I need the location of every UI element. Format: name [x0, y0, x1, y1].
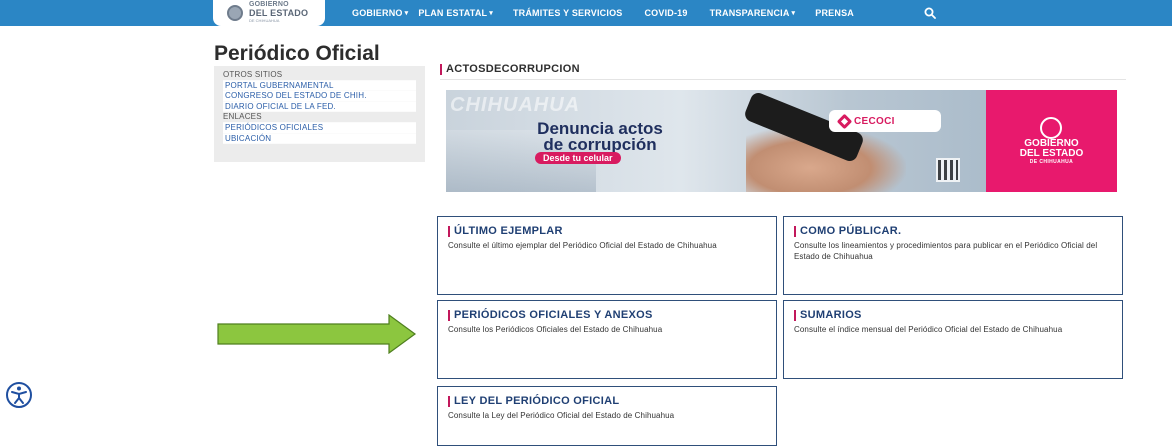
- card-accent-bar: [448, 395, 450, 407]
- card-title-text: COMO PÚBLICAR.: [800, 225, 902, 237]
- sidebar-item-portal[interactable]: PORTAL GUBERNAMENTAL: [223, 80, 416, 92]
- card-description: Consulte el último ejemplar del Periódic…: [448, 241, 717, 250]
- page-title: Periódico Oficial: [214, 42, 380, 65]
- chevron-down-icon: ▾: [404, 10, 409, 17]
- nav-item-tramites[interactable]: TRÁMITES Y SERVICIOS: [513, 8, 623, 18]
- nav-label: TRANSPARENCIA: [709, 8, 790, 18]
- pink-panel-title: GOBIERNO DEL ESTADO: [986, 139, 1117, 159]
- heading-divider: [440, 79, 1126, 80]
- card-title-text: ÚLTIMO EJEMPLAR: [454, 225, 563, 237]
- card-title: PERIÓDICOS OFICIALES Y ANEXOS: [448, 309, 766, 321]
- nav-label: PLAN ESTATAL: [418, 8, 488, 18]
- state-seal-icon: [1040, 117, 1062, 139]
- card-accent-bar: [794, 225, 796, 237]
- card-description: Consulte los lineamientos y procedimient…: [794, 241, 1098, 261]
- cecoci-text: CECOCI: [854, 115, 895, 127]
- card-title: ÚLTIMO EJEMPLAR: [448, 225, 766, 237]
- sidebar-heading-otros-sitios: OTROS SITIOS: [223, 70, 416, 81]
- banner-watermark: CHIHUAHUA: [450, 94, 581, 116]
- pink-panel-line-3: DE CHIHUAHUA: [1029, 159, 1074, 165]
- state-seal-icon: [227, 5, 243, 21]
- logo-line-3: DE CHIHUAHUA: [249, 18, 280, 23]
- gobierno-logo[interactable]: GOBIERNO DEL ESTADO DE CHIHUAHUA: [213, 0, 325, 26]
- cecoci-logo: CECOCI: [829, 110, 941, 132]
- chevron-down-icon: ▾: [489, 10, 493, 17]
- card-ley-periodico[interactable]: LEY DEL PERIÓDICO OFICIAL Consulte la Le…: [437, 386, 777, 446]
- card-periodicos-oficiales[interactable]: PERIÓDICOS OFICIALES Y ANEXOS Consulte l…: [437, 300, 777, 379]
- card-title-text: SUMARIOS: [800, 309, 862, 321]
- logo-text: GOBIERNO DEL ESTADO DE CHIHUAHUA: [249, 1, 308, 25]
- nav-item-plan-estatal[interactable]: PLAN ESTATAL ▾: [418, 8, 493, 18]
- nav-label: GOBIERNO: [352, 8, 403, 18]
- card-como-publicar[interactable]: COMO PÚBLICAR. Consulte los lineamientos…: [783, 216, 1123, 295]
- sidebar-heading-enlaces: ENLACES: [223, 112, 416, 123]
- nav-item-gobierno[interactable]: GOBIERNO ▾: [352, 8, 408, 18]
- card-title: SUMARIOS: [794, 309, 1112, 321]
- card-title: LEY DEL PERIÓDICO OFICIAL: [448, 395, 766, 407]
- sidebar-item-congreso[interactable]: CONGRESO DEL ESTADO DE CHIH.: [223, 91, 416, 102]
- search-icon[interactable]: [924, 7, 936, 19]
- card-accent-bar: [448, 309, 450, 321]
- corruption-report-banner[interactable]: CHIHUAHUA Denuncia actos de corrupción D…: [446, 90, 1117, 192]
- nav-item-prensa[interactable]: PRENSA: [815, 8, 854, 18]
- green-arrow-right-icon: [217, 314, 417, 354]
- gobierno-pink-panel: GOBIERNO DEL ESTADO DE CHIHUAHUA: [986, 90, 1117, 192]
- sidebar-item-diario-oficial[interactable]: DIARIO OFICIAL DE LA FED.: [223, 101, 416, 113]
- nav-item-covid[interactable]: COVID-19: [644, 8, 687, 18]
- nav-label: PRENSA: [815, 8, 854, 18]
- card-title: COMO PÚBLICAR.: [794, 225, 1112, 237]
- nav-label: COVID-19: [644, 8, 688, 18]
- banner-headline-line-2: de corrupción: [543, 135, 657, 154]
- chevron-down-icon: ▾: [791, 10, 796, 17]
- pink-panel-line-2: DEL ESTADO: [1019, 148, 1084, 159]
- card-description: Consulte la Ley del Periódico Oficial de…: [448, 411, 675, 420]
- top-nav-bar: GOBIERNO DEL ESTADO DE CHIHUAHUA GOBIERN…: [0, 0, 1172, 26]
- card-title-text: PERIÓDICOS OFICIALES Y ANEXOS: [454, 309, 653, 321]
- sidebar-item-ubicacion[interactable]: UBICACIÓN: [223, 133, 416, 145]
- card-accent-bar: [448, 225, 450, 237]
- section-heading: ACTOSDECORRUPCION: [440, 63, 580, 75]
- card-accent-bar: [794, 309, 796, 321]
- banner-headline: Denuncia actos de corrupción: [520, 120, 680, 154]
- main-nav: GOBIERNO ▾ PLAN ESTATAL ▾ TRÁMITES Y SERVI…: [352, 0, 854, 26]
- card-title-text: LEY DEL PERIÓDICO OFICIAL: [454, 395, 620, 407]
- sidebar: OTROS SITIOS PORTAL GUBERNAMENTAL CONGRE…: [214, 66, 425, 162]
- heading-accent-bar: [440, 63, 442, 75]
- accessibility-icon[interactable]: [6, 382, 32, 408]
- logo-line-2: DEL ESTADO: [249, 8, 309, 18]
- cecoci-mark-icon: [836, 113, 853, 129]
- card-description: Consulte los Periódicos Oficiales del Es…: [448, 325, 663, 334]
- card-ultimo-ejemplar[interactable]: ÚLTIMO EJEMPLAR Consulte el último ejemp…: [437, 216, 777, 295]
- card-sumarios[interactable]: SUMARIOS Consulte el índice mensual del …: [783, 300, 1123, 379]
- section-heading-text: ACTOSDECORRUPCION: [446, 63, 580, 75]
- banner-pill: Desde tu celular: [535, 152, 621, 164]
- sidebar-item-periodicos[interactable]: PERIÓDICOS OFICIALES: [223, 122, 416, 134]
- qr-code-icon: [936, 158, 960, 182]
- nav-label: TRÁMITES Y SERVICIOS: [512, 8, 623, 18]
- nav-item-transparencia[interactable]: TRANSPARENCIA ▾: [710, 8, 796, 18]
- card-description: Consulte el índice mensual del Periódico…: [794, 325, 1063, 334]
